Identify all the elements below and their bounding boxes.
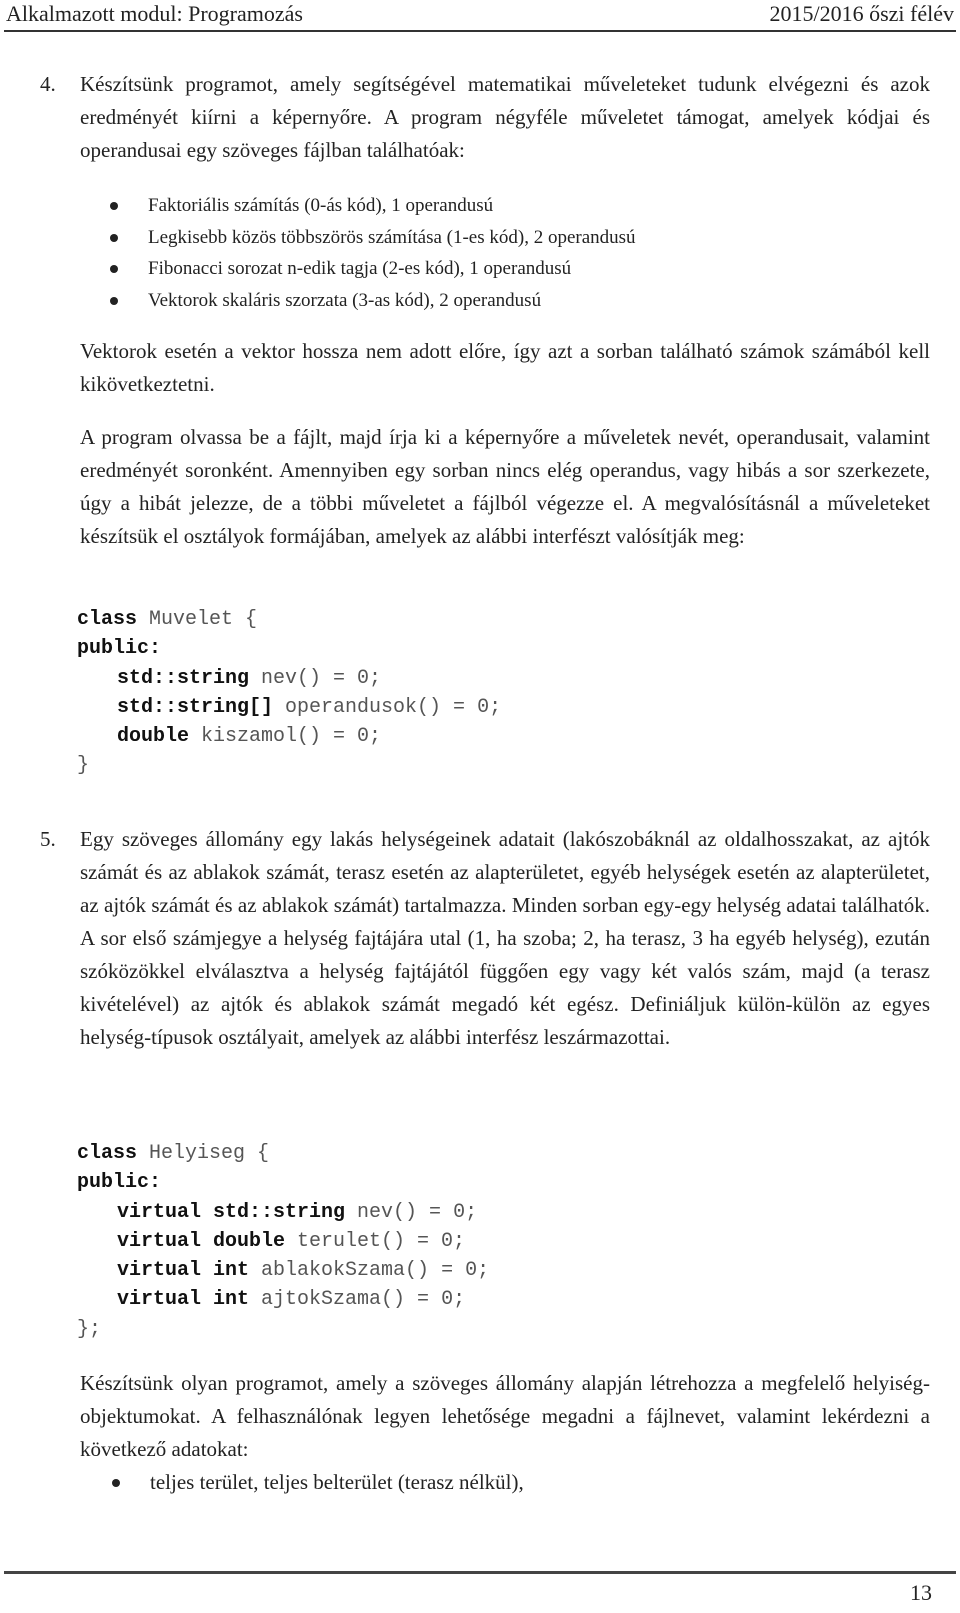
list-item: teljes terület, teljes belterület (teras… [112,1466,524,1499]
code-line: virtual std::string nev() = 0; [117,1200,478,1224]
bullet-icon [110,233,118,242]
course-title: Alkalmazott modul: Programozás [6,1,303,26]
code-line: double kiszamol() = 0; [117,725,382,749]
code-line: std::string[] operandusok() = 0; [117,695,502,719]
code-line: public: [77,1171,162,1195]
muvelet-code-block: class Muvelet {public:std::string nev() … [77,605,501,781]
task-5-number: 5. [40,827,56,851]
list-item: Fibonacci sorozat n-edik tagja (2-es kód… [110,253,636,285]
code-line: } [77,754,90,778]
code-line: virtual double terulet() = 0; [117,1229,466,1253]
list-item: Vektorok skaláris szorzata (3-as kód), 2… [110,285,636,317]
header-divider [4,30,956,32]
code-line: virtual int ablakokSzama() = 0; [117,1259,490,1283]
bullet-icon [110,202,118,210]
bullet-icon [112,1479,120,1487]
task-4-program-description: A program olvassa be a fájlt, majd írja … [80,425,930,548]
bullet-icon [110,265,118,273]
task-4-intro: Készítsünk programot, amely segítségével… [80,72,930,162]
code-line: virtual int ajtokSzama() = 0; [117,1288,466,1312]
semester-label: 2015/2016 őszi félév [769,1,954,26]
code-line: class Muvelet { [77,608,258,631]
code-line: }; [77,1317,102,1341]
page-header: Alkalmazott modul: Programozás 2015/2016… [6,0,954,32]
task-5-program-description: Készítsünk olyan programot, amely a szöv… [80,1371,930,1461]
code-line: std::string nev() = 0; [117,666,382,690]
list-item: Legkisebb közös többszörös számítása (1-… [110,222,636,254]
code-line: class Helyiseg { [77,1142,270,1165]
page-number: 13 [910,1580,932,1605]
task-4-number: 4. [40,72,56,96]
list-item: Faktoriális számítás (0-ás kód), 1 opera… [110,190,636,222]
helyiseg-code-block: class Helyiseg {public:virtual std::stri… [77,1139,489,1344]
operations-list: Faktoriális számítás (0-ás kód), 1 opera… [110,190,636,316]
bullet-icon [110,296,118,305]
code-line: public: [77,637,162,661]
queries-list: teljes terület, teljes belterület (teras… [112,1466,524,1499]
vector-note: Vektorok esetén a vektor hossza nem adot… [80,339,930,396]
task-5-intro: Egy szöveges állomány egy lakás helysége… [80,827,930,1049]
footer-divider [4,1571,956,1574]
